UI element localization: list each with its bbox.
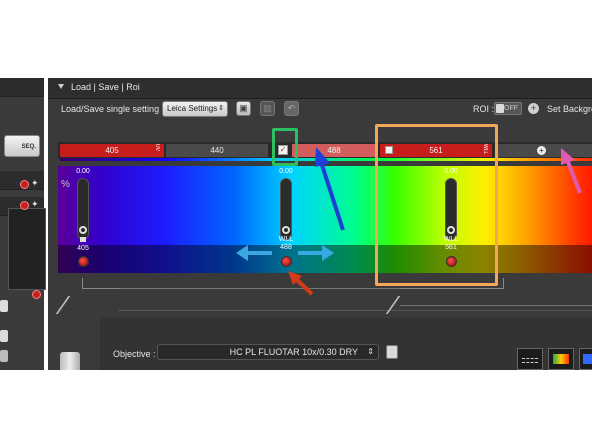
arrow-cyan-left: [236, 245, 272, 261]
arrow-cyan-right: [298, 245, 334, 261]
annotation-arrows: [236, 147, 582, 296]
arrow-red: [288, 271, 314, 296]
arrow-pink: [561, 148, 582, 194]
arrow-blue: [315, 147, 345, 231]
